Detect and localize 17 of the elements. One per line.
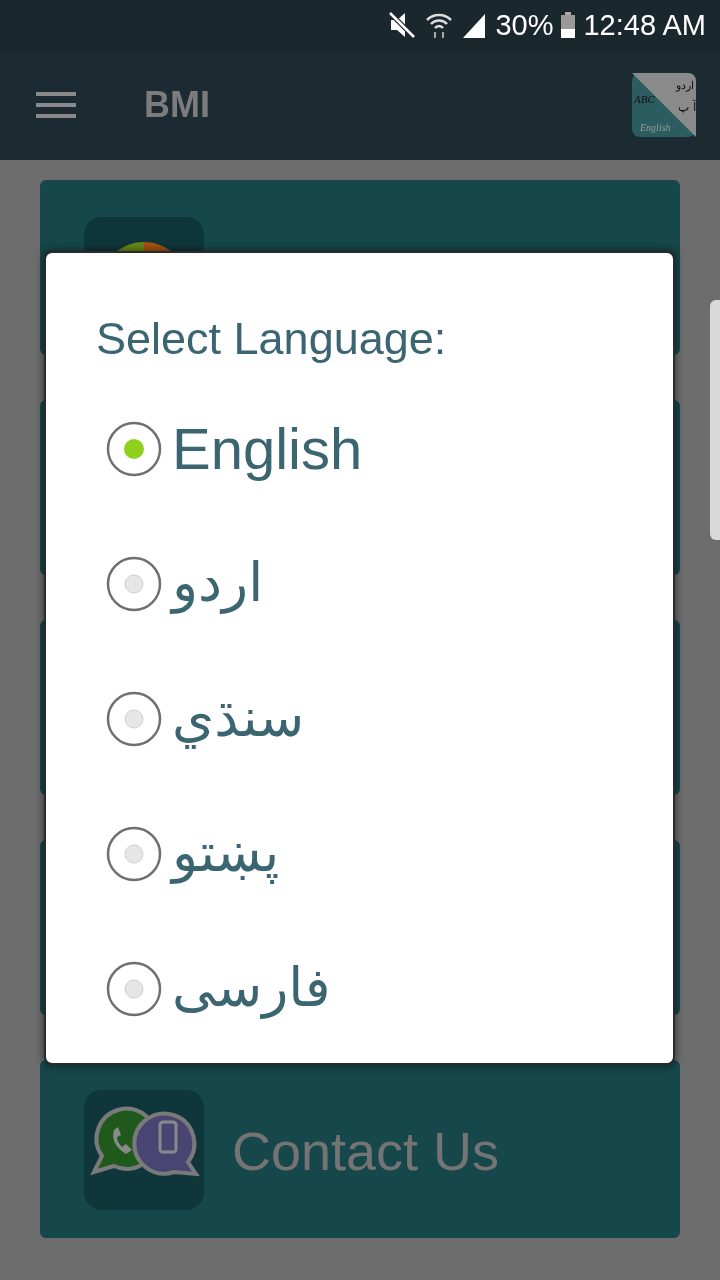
signal-icon [461, 12, 488, 38]
language-option[interactable]: English [172, 413, 363, 484]
radio-button[interactable] [106, 690, 162, 747]
radio-button[interactable] [106, 825, 162, 882]
mute-icon [387, 10, 418, 40]
battery-icon [561, 12, 576, 38]
dialog-title: Select Language: [96, 313, 447, 365]
menu-icon[interactable] [36, 90, 76, 120]
radio-button[interactable] [106, 420, 162, 477]
language-option[interactable]: فارسی [172, 956, 331, 1021]
battery-percent: 30% [495, 8, 554, 42]
radio-button[interactable] [106, 960, 162, 1017]
clock: 12:48 AM [583, 8, 706, 42]
radio-button[interactable] [106, 555, 162, 612]
language-option[interactable]: سنڌي [172, 686, 305, 751]
card-title: Contact Us [232, 1124, 500, 1178]
app-title: BMI [144, 84, 211, 126]
